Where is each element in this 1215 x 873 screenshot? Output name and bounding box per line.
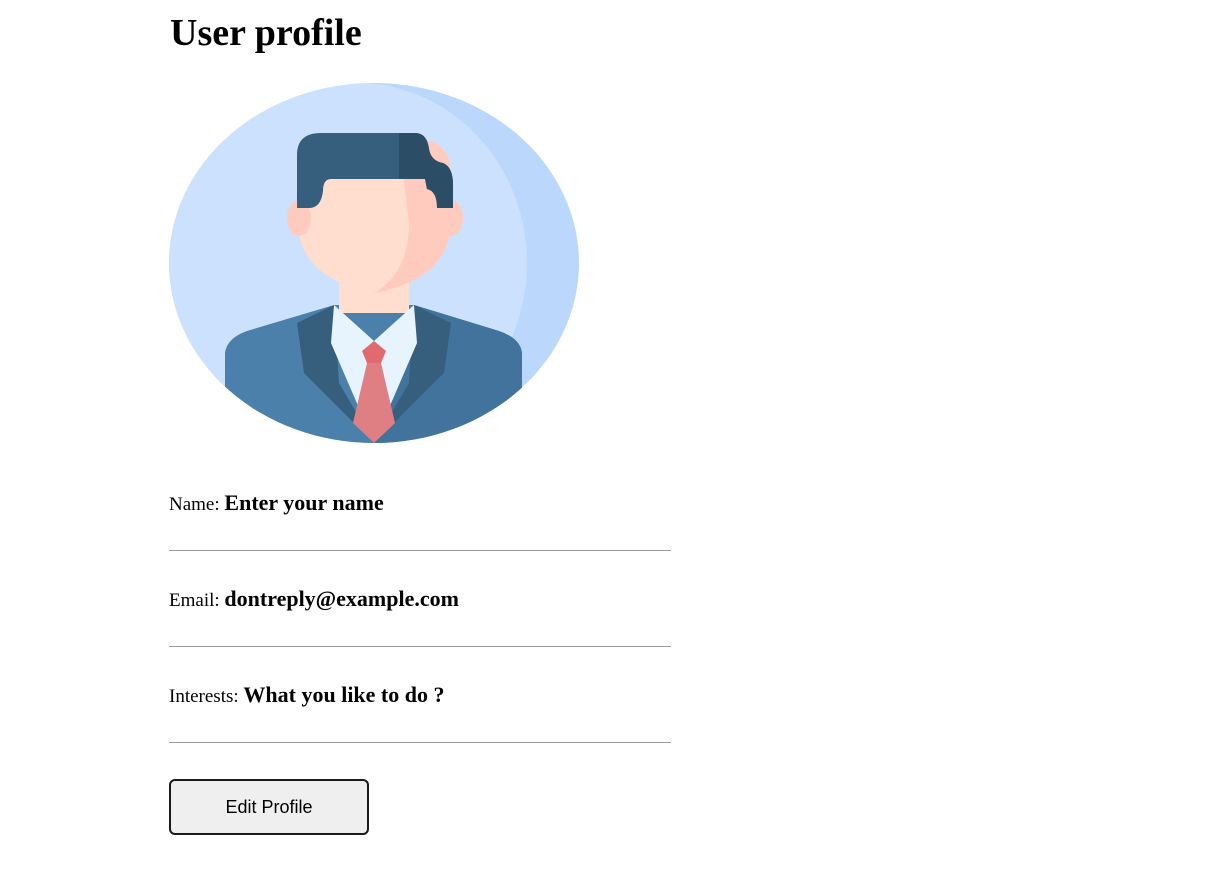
page-title: User profile	[170, 12, 362, 54]
edit-profile-button[interactable]: Edit Profile	[169, 779, 369, 835]
name-field: Name: Enter your name	[169, 490, 671, 551]
avatar	[169, 83, 579, 443]
email-value: dontreply@example.com	[224, 586, 459, 611]
email-label: Email:	[169, 590, 225, 611]
interests-value: What you like to do ?	[243, 682, 445, 707]
interests-label: Interests:	[169, 686, 244, 707]
interests-field: Interests: What you like to do ?	[169, 682, 671, 743]
email-field: Email: dontreply@example.com	[169, 586, 671, 647]
person-in-suit-avatar-icon	[169, 83, 579, 443]
name-label: Name:	[169, 494, 225, 515]
name-value: Enter your name	[224, 490, 384, 515]
